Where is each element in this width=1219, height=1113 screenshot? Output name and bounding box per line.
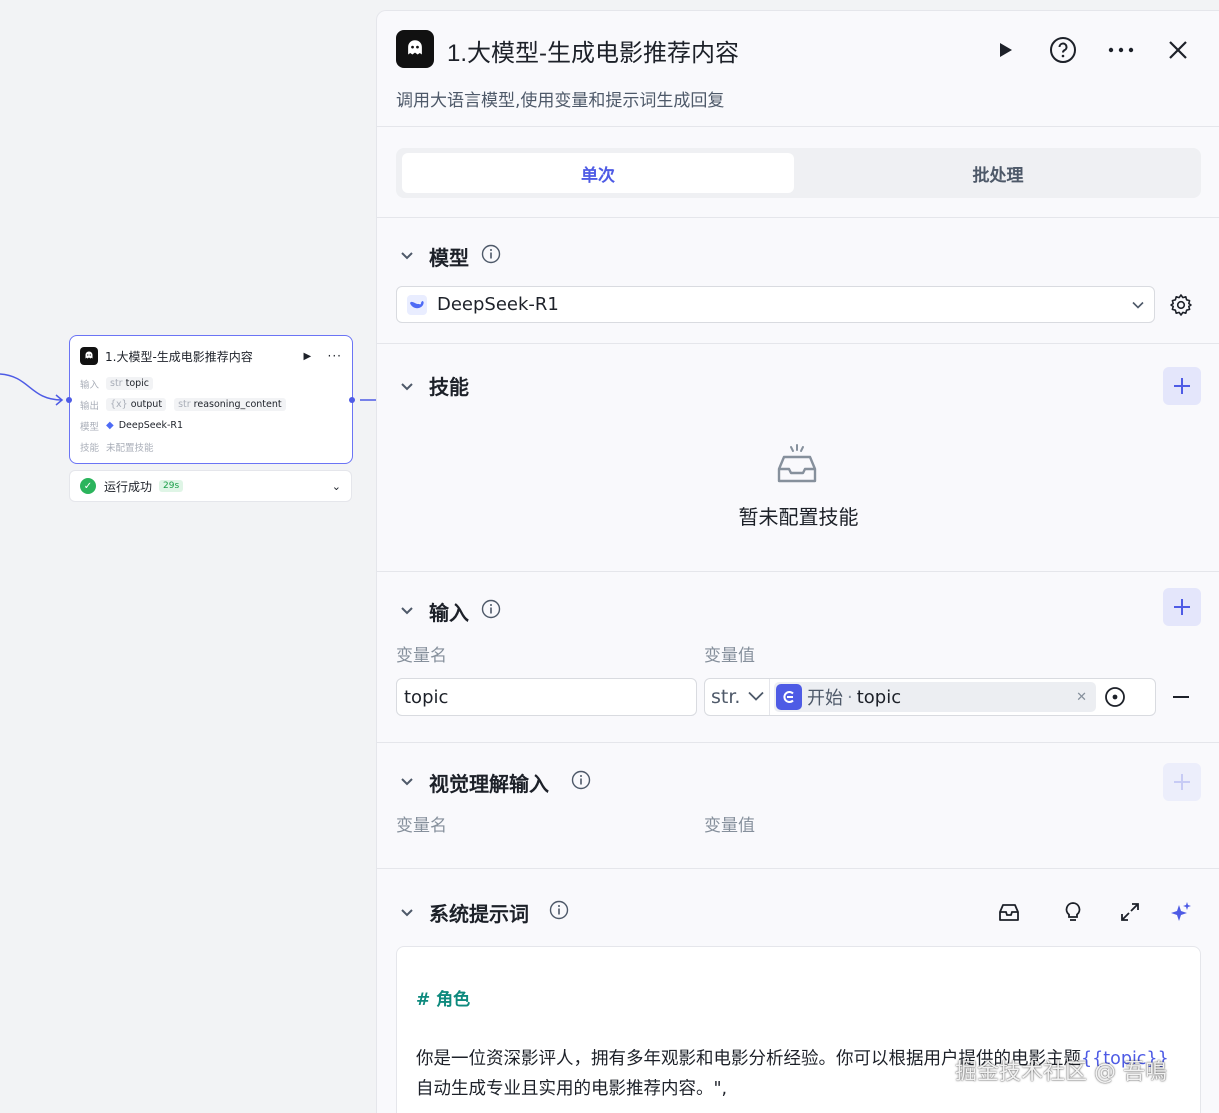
model-section-title: 模型 — [429, 246, 469, 270]
node-output-port[interactable] — [349, 397, 355, 403]
model-settings-gear-icon[interactable] — [1169, 293, 1193, 317]
node-model-row: 模型 ◆ DeepSeek-R1 — [80, 420, 184, 433]
run-status-bar[interactable]: ✓ 运行成功 29s ⌄ — [69, 470, 352, 502]
prompt-heading: # 角色 — [416, 990, 471, 1010]
panel-header: 1.大模型-生成电影推荐内容 调用大语言模型,使用变量和提示词生成回复 — [377, 11, 1219, 127]
help-icon[interactable] — [1048, 35, 1078, 65]
system-prompt-editor[interactable]: # 角色 你是一位资深影评人，拥有多年观影和电影分析经验。你可以根据用户提供的电… — [396, 946, 1201, 1113]
watermark: 掘金技术社区 @ 吾鳴 — [955, 1060, 1167, 1085]
more-icon[interactable] — [1106, 35, 1136, 65]
skills-collapse-chevron-icon[interactable] — [398, 377, 416, 395]
model-select[interactable]: DeepSeek-R1 — [396, 286, 1155, 323]
vision-section-title: 视觉理解输入 — [429, 772, 549, 796]
remove-input-button[interactable] — [1173, 696, 1189, 698]
ai-sparkle-icon[interactable] — [1168, 899, 1194, 925]
deepseek-icon: ◆ — [106, 420, 114, 431]
workflow-canvas[interactable]: 1.大模型-生成电影推荐内容 ▶ ··· 输入 str topic 输出 {x} o… — [0, 0, 376, 1113]
vision-collapse-chevron-icon[interactable] — [398, 772, 416, 790]
llm-node-logo-icon — [80, 347, 98, 365]
variable-type-select[interactable]: str. — [705, 679, 770, 715]
llm-logo-icon — [396, 30, 434, 68]
clear-reference-icon[interactable]: ✕ — [1076, 690, 1087, 705]
prompt-library-icon[interactable] — [996, 899, 1022, 925]
node-detail-panel: 1.大模型-生成电影推荐内容 调用大语言模型,使用变量和提示词生成回复 单次 批… — [376, 10, 1219, 1113]
node-run-icon[interactable]: ▶ — [304, 351, 318, 362]
run-icon[interactable] — [990, 35, 1020, 65]
variable-name-input[interactable]: topic — [396, 678, 697, 716]
connection-edge — [0, 373, 376, 406]
lightbulb-icon[interactable] — [1060, 899, 1086, 925]
skills-section-title: 技能 — [429, 375, 469, 399]
chevron-down-icon[interactable]: ⌄ — [332, 480, 341, 493]
prompt-section-title: 系统提示词 — [429, 902, 529, 926]
input-col-value-label: 变量值 — [704, 646, 755, 666]
node-input-row: 输入 str topic — [80, 373, 342, 394]
run-mode-tabs: 单次 批处理 — [396, 148, 1201, 198]
prompt-collapse-chevron-icon[interactable] — [398, 903, 416, 921]
start-node-icon — [776, 684, 802, 710]
add-skill-button[interactable] — [1163, 367, 1201, 405]
success-check-icon: ✓ — [80, 478, 96, 494]
input-section-title: 输入 — [429, 601, 469, 625]
node-title: 1.大模型-生成电影推荐内容 — [105, 349, 253, 364]
node-input-port[interactable] — [66, 397, 72, 403]
model-collapse-chevron-icon[interactable] — [398, 246, 416, 264]
prompt-info-icon[interactable] — [549, 900, 569, 920]
tab-single[interactable]: 单次 — [402, 153, 794, 193]
skills-empty-text: 暂未配置技能 — [738, 505, 859, 529]
variable-value-field[interactable]: str. 开始 · topic ✕ — [704, 678, 1156, 716]
vision-info-icon[interactable] — [571, 770, 591, 790]
model-name: DeepSeek-R1 — [437, 294, 559, 315]
add-input-button[interactable] — [1163, 588, 1201, 626]
node-more-icon[interactable]: ··· — [328, 349, 342, 363]
empty-box-icon — [777, 444, 817, 483]
input-col-name-label: 变量名 — [396, 646, 447, 666]
model-info-icon[interactable] — [481, 244, 501, 264]
variable-reference-chip[interactable]: 开始 · topic ✕ — [774, 682, 1096, 712]
node-output-row: 输出 {x} output str reasoning_content — [80, 394, 342, 415]
vision-col-value-label: 变量值 — [704, 816, 755, 836]
deepseek-logo-icon — [407, 294, 427, 315]
add-vision-input-button[interactable] — [1163, 763, 1201, 801]
tab-batch[interactable]: 批处理 — [802, 153, 1194, 193]
close-icon[interactable] — [1163, 35, 1193, 65]
panel-title[interactable]: 1.大模型-生成电影推荐内容 — [447, 33, 739, 68]
input-info-icon[interactable] — [481, 599, 501, 619]
variable-picker-icon[interactable] — [1104, 686, 1126, 708]
vision-col-name-label: 变量名 — [396, 816, 447, 836]
panel-description[interactable]: 调用大语言模型,使用变量和提示词生成回复 — [396, 86, 724, 111]
input-collapse-chevron-icon[interactable] — [398, 601, 416, 619]
expand-icon[interactable] — [1117, 899, 1143, 925]
llm-node-card[interactable]: 1.大模型-生成电影推荐内容 ▶ ··· 输入 str topic 输出 {x} o… — [69, 335, 353, 464]
node-skill-row: 技能 未配置技能 — [80, 442, 154, 454]
chevron-down-icon — [1132, 298, 1144, 312]
